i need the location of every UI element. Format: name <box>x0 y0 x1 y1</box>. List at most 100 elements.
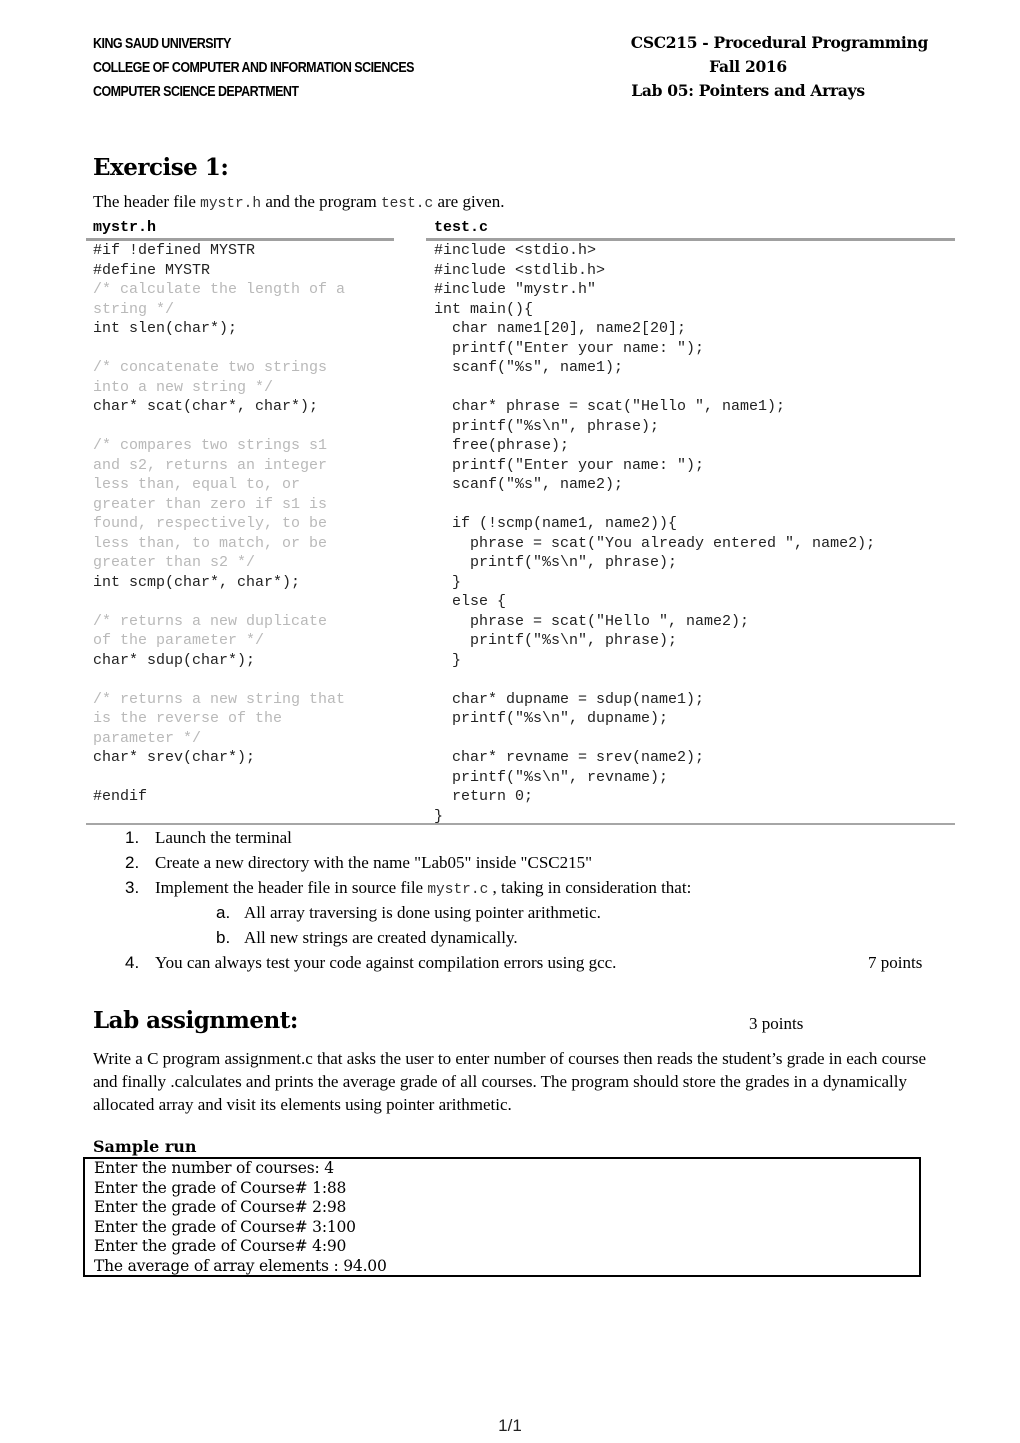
code-comment-line: into a new string */ <box>93 378 274 396</box>
code-line: } <box>434 651 462 669</box>
code-line: phrase = scat("Hello ", name2); <box>434 612 750 630</box>
code-line: #include <stdio.h> <box>434 242 597 259</box>
code-comment-line: /* calculate the length of a <box>93 281 346 298</box>
step-4: 4. You can always test your code against… <box>125 953 617 973</box>
sample-line: The average of array elements : 94.00 <box>94 1256 387 1275</box>
intro-text-1: The header file <box>93 192 201 211</box>
step-text: All new strings are created dynamically. <box>244 928 518 947</box>
code-line: } <box>434 573 462 591</box>
college-name: COLLEGE OF COMPUTER AND INFORMATION SCIE… <box>93 60 414 76</box>
code-line: free(phrase); <box>434 437 570 454</box>
code-line: #define MYSTR <box>93 261 211 279</box>
test-c-title: test.c <box>434 219 489 236</box>
course-header: CSC215 - Procedural Programming Fall 201… <box>568 31 929 103</box>
step-text: Implement the header file in source file <box>155 878 428 897</box>
code-comment-line: /* returns a new string that <box>93 690 346 708</box>
sample-line: Enter the grade of Course# 4:90 <box>94 1237 347 1255</box>
university-name: KING SAUD UNIVERSITY <box>93 36 231 52</box>
code-line: char* revname = srev(name2); <box>434 749 705 766</box>
exercise-points: 7 points <box>868 953 923 972</box>
code-line: char* scat(char*, char*); <box>93 398 319 415</box>
intro-text-3: are given. <box>433 192 505 211</box>
code-comment-line: less than, to match, or be <box>93 534 328 552</box>
department-name: COMPUTER SCIENCE DEPARTMENT <box>93 84 299 100</box>
code-line: int main(){ <box>434 300 534 318</box>
step-text: Create a new directory with the name "La… <box>155 853 593 872</box>
code-line: printf("%s\n", phrase); <box>434 417 660 435</box>
sample-run-box: Enter the number of courses: 4 Enter the… <box>83 1157 921 1277</box>
exercise-intro: The header file mystr.h and the program … <box>93 192 504 212</box>
test-c-code-block: #include <stdio.h> #include <stdlib.h> #in… <box>434 241 875 826</box>
sample-line: Enter the grade of Course# 2:98 <box>94 1198 347 1216</box>
semester: Fall 2016 <box>709 57 787 76</box>
sample-line: Enter the number of courses: 4 <box>94 1159 334 1177</box>
code-line: printf("%s\n", revname); <box>434 768 669 786</box>
code-line: char* phrase = scat("Hello ", name1); <box>434 398 786 415</box>
step-text: You can always test your code against co… <box>155 953 617 972</box>
code-comment-line: greater than zero if s1 is <box>93 495 328 513</box>
code-line: return 0; <box>434 788 534 805</box>
code-line: #endif <box>93 788 148 805</box>
step-number: 3. <box>125 878 140 897</box>
institution-header: KING SAUD UNIVERSITY COLLEGE OF COMPUTER… <box>93 32 466 104</box>
code-comment-line: string */ <box>93 300 175 318</box>
step-number: 1. <box>125 828 140 847</box>
step-3: 3. Implement the header file in source f… <box>125 878 692 898</box>
code-line: printf("Enter your name: "); <box>434 456 705 474</box>
code-comment-line: parameter */ <box>93 729 202 747</box>
code-line: #include "mystr.h" <box>434 281 597 298</box>
sample-line: Enter the grade of Course# 1:88 <box>94 1178 347 1197</box>
course-title: CSC215 - Procedural Programming <box>630 33 929 52</box>
intro-text-2: and the program <box>261 192 381 211</box>
step-code-mystr-c: mystr.c <box>427 882 489 898</box>
code-line: int scmp(char*, char*); <box>93 573 301 591</box>
code-comment-line: less than, equal to, or <box>93 476 301 493</box>
step-2: 2. Create a new directory with the name … <box>125 853 593 873</box>
code-table-bottom-rule <box>86 823 955 825</box>
code-comment-line: and s2, returns an integer <box>93 456 328 474</box>
step-3a: a. All array traversing is done using po… <box>216 903 601 923</box>
code-line: char name1[20], name2[20]; <box>434 320 687 337</box>
code-comment-line: found, respectively, to be <box>93 515 328 532</box>
step-text: All array traversing is done using point… <box>244 903 601 922</box>
code-line: scanf("%s", name1); <box>434 359 624 376</box>
lab-title: Lab 05: Pointers and Arrays <box>631 81 865 100</box>
assignment-points: 3 points <box>749 1014 804 1033</box>
code-line: scanf("%s", name2); <box>434 476 624 493</box>
code-line: printf("%s\n", phrase); <box>434 632 678 649</box>
step-number: 4. <box>125 953 140 972</box>
code-comment-line: /* concatenate two strings <box>93 359 328 376</box>
step-text: Launch the terminal <box>155 828 292 847</box>
step-letter: b. <box>216 928 231 947</box>
code-line: char* sdup(char*); <box>93 651 256 669</box>
code-comment-line: /* returns a new duplicate <box>93 612 328 630</box>
code-line: if (!scmp(name1, name2)){ <box>434 515 678 532</box>
sample-line: Enter the grade of Course# 3:100 <box>94 1217 356 1236</box>
sample-run-title: Sample run <box>93 1137 197 1156</box>
assignment-title: Lab assignment: <box>93 1007 298 1034</box>
step-text-after: , taking in consideration that: <box>488 878 692 897</box>
code-comment-line: greater than s2 */ <box>93 554 256 571</box>
code-line: printf("Enter your name: "); <box>434 339 705 357</box>
code-comment-line: is the reverse of the <box>93 710 283 727</box>
exercise-title: Exercise 1: <box>93 154 229 181</box>
intro-file-mystr-h: mystr.h <box>200 196 262 212</box>
intro-file-test-c: test.c <box>380 196 434 212</box>
code-line: printf("%s\n", phrase); <box>434 554 678 571</box>
code-line: char* srev(char*); <box>93 749 256 766</box>
code-line: #if !defined MYSTR <box>93 242 256 259</box>
step-letter: a. <box>216 903 231 922</box>
step-1: 1. Launch the terminal <box>125 828 292 848</box>
code-line: phrase = scat("You already entered ", na… <box>434 534 876 552</box>
assignment-description: Write a C program assignment.c that asks… <box>93 1049 926 1114</box>
code-comment-line: /* compares two strings s1 <box>93 437 328 454</box>
